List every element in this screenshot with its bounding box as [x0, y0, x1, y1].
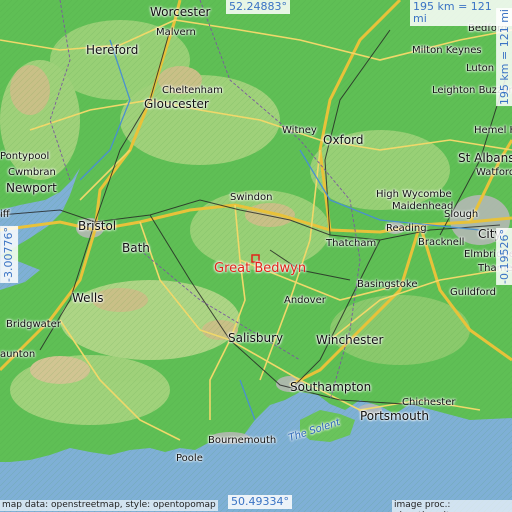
place-reading[interactable]: Reading: [386, 224, 427, 234]
place-cardiff[interactable]: iff: [0, 210, 10, 220]
place-bracknell[interactable]: Bracknell: [418, 238, 464, 248]
place-andover[interactable]: Andover: [284, 296, 326, 306]
place-salisbury[interactable]: Salisbury: [228, 332, 283, 344]
place-great-bedwyn[interactable]: Great Bedwyn: [214, 262, 306, 275]
attribution-left: map data: openstreetmap, style: opentopo…: [0, 500, 218, 511]
place-portsmouth[interactable]: Portsmouth: [360, 410, 429, 422]
coord-left-longitude: -3.00776°: [0, 226, 19, 283]
place-bridgwater[interactable]: Bridgwater: [6, 320, 61, 330]
place-southampton[interactable]: Southampton: [290, 381, 371, 393]
place-luton[interactable]: Luton: [466, 64, 494, 74]
place-milton-keynes[interactable]: Milton Keynes: [412, 46, 482, 56]
place-chichester[interactable]: Chichester: [402, 398, 455, 408]
place-high-wycombe[interactable]: High Wycombe: [376, 190, 452, 200]
coord-right-longitude: -0.19526°: [496, 228, 512, 285]
place-guildford[interactable]: Guildford: [450, 288, 496, 298]
place-newport[interactable]: Newport: [6, 182, 57, 194]
place-malvern[interactable]: Malvern: [156, 28, 196, 38]
place-wells[interactable]: Wells: [72, 292, 103, 304]
map-view[interactable]: Worcester Malvern Hereford Cheltenham Gl…: [0, 0, 512, 512]
coord-top-latitude: 52.24883°: [226, 0, 290, 15]
place-gloucester[interactable]: Gloucester: [144, 98, 209, 110]
place-slough[interactable]: Slough: [444, 210, 478, 220]
place-worcester[interactable]: Worcester: [150, 6, 210, 18]
place-watford[interactable]: Watford: [476, 168, 512, 178]
place-st-albans[interactable]: St Albans: [458, 152, 512, 164]
coord-bottom-latitude: 50.49334°: [228, 495, 292, 510]
place-pontypool[interactable]: Pontypool: [0, 152, 49, 162]
place-hereford[interactable]: Hereford: [86, 44, 138, 56]
place-oxford[interactable]: Oxford: [323, 134, 363, 146]
place-thatcham[interactable]: Thatcham: [326, 239, 376, 249]
place-basingstoke[interactable]: Basingstoke: [357, 280, 418, 290]
place-bath[interactable]: Bath: [122, 242, 150, 254]
scale-right: 195 km = 121 mi: [496, 8, 512, 107]
place-witney[interactable]: Witney: [282, 126, 317, 136]
place-swindon[interactable]: Swindon: [230, 193, 272, 203]
place-bournemouth[interactable]: Bournemouth: [208, 436, 276, 446]
place-poole[interactable]: Poole: [176, 454, 203, 464]
place-cheltenham[interactable]: Cheltenham: [162, 86, 223, 96]
place-taunton[interactable]: aunton: [0, 350, 35, 360]
place-hemel-hempstead[interactable]: Hemel Hempstead: [474, 126, 512, 136]
place-cwmbran[interactable]: Cwmbran: [8, 168, 56, 178]
attribution-right: image proc.: elevation.city: [392, 500, 512, 512]
place-winchester[interactable]: Winchester: [316, 334, 383, 346]
place-bristol[interactable]: Bristol: [78, 220, 116, 232]
